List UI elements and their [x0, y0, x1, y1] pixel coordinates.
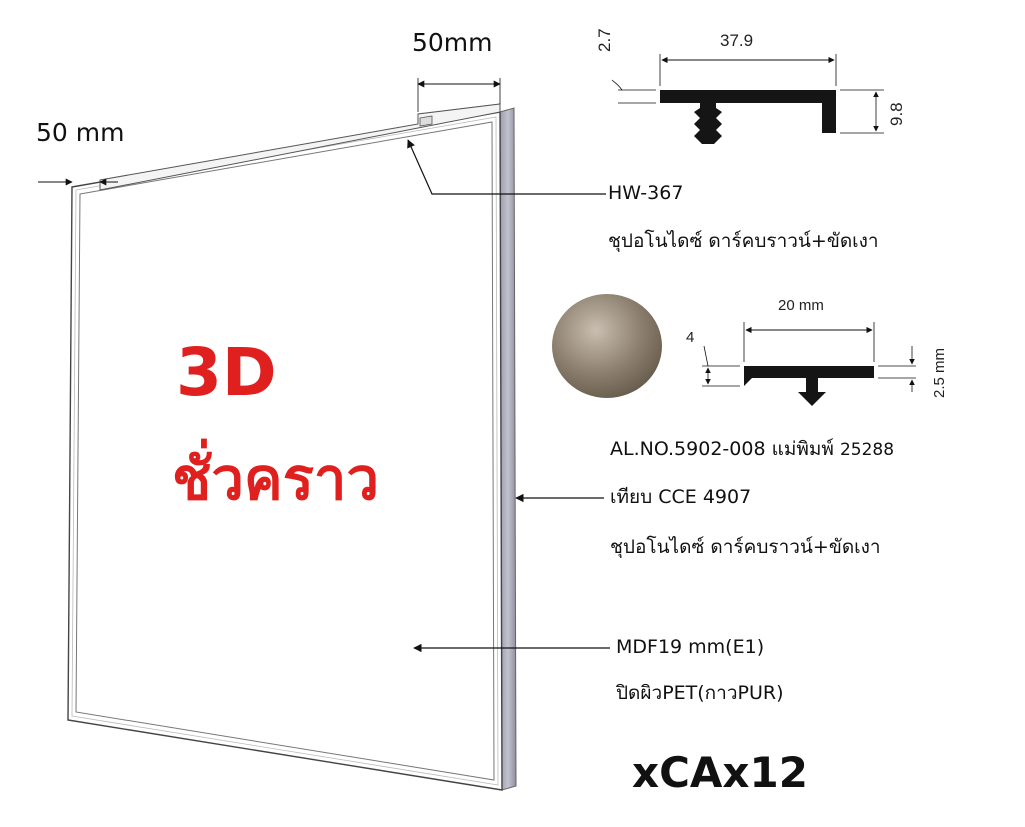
- profile-hw367-section: [611, 54, 884, 144]
- al-lip-label: 2.5 mm: [931, 347, 948, 398]
- hw367-height-label: 9.8: [887, 102, 906, 126]
- edge-finish: ชุปอโนไดซ์ ดาร์คบราวน์+ขัดเงา: [610, 536, 881, 558]
- panel-side-edge: [499, 107, 517, 791]
- board-spec: MDF19 mm(E1): [616, 636, 765, 658]
- al-code: AL.NO.5902-008 แม่พิมพ์ 25288: [610, 440, 894, 459]
- al-width-label: 20 mm: [778, 297, 824, 314]
- model-code: xCAx12: [632, 748, 808, 797]
- color-swatch: [552, 294, 662, 398]
- board-surface: ปิดผิวPET(กาวPUR): [616, 682, 784, 704]
- hw367-code: HW-367: [608, 182, 684, 204]
- hw367-finish: ชุปอโนไดซ์ ดาร์คบราวน์+ขัดเงา: [608, 230, 879, 252]
- al-code-text: AL.NO.5902-008 แม่พิมพ์: [610, 438, 834, 460]
- left-width-dimension: 50 mm: [36, 118, 125, 147]
- panel-label-temporary: ชั่วคราว: [172, 445, 380, 513]
- profile-al-section: [702, 322, 916, 406]
- hw367-width-label: 37.9: [720, 31, 754, 50]
- spec-sheet: 50mm 50 mm 37.9 2.7 9.8 20 mm 4 2.5 mm H…: [0, 0, 1025, 827]
- top-width-dimension: 50mm: [412, 28, 493, 57]
- panel-label-3d: 3D: [176, 334, 277, 411]
- al-height-label: 4: [686, 329, 695, 346]
- technical-drawing: [38, 54, 916, 791]
- hw367-lip-label: 2.7: [595, 28, 614, 52]
- edge-code: เทียบ CCE 4907: [610, 486, 752, 508]
- al-mold-number: 25288: [839, 440, 895, 460]
